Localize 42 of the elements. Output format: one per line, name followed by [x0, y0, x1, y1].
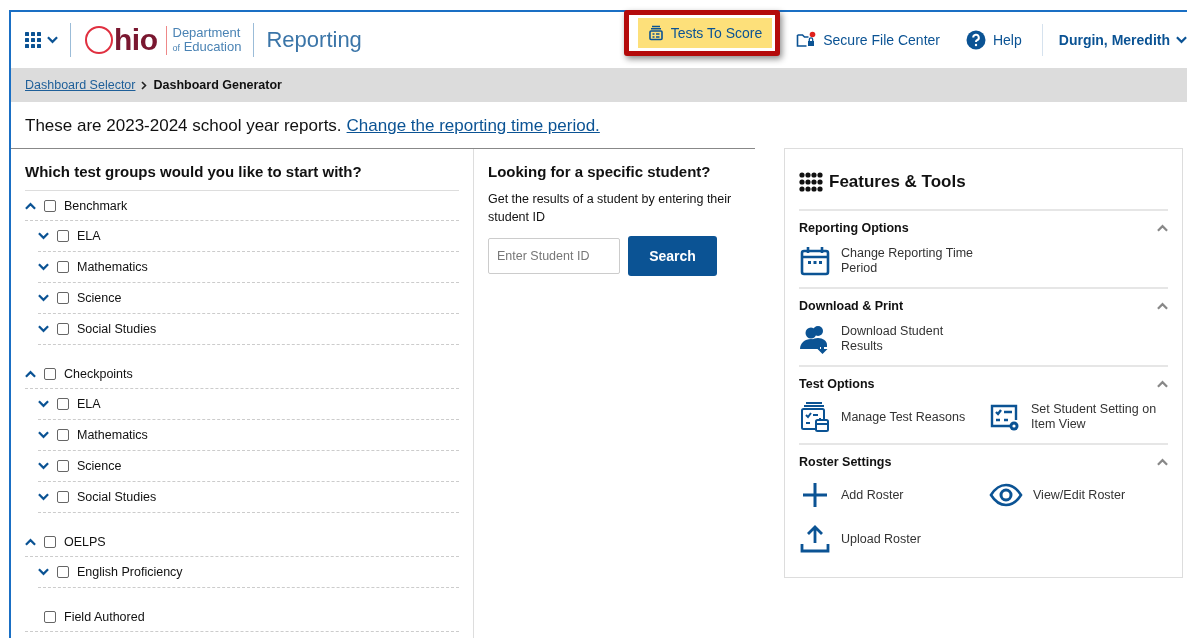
change-period-link[interactable]: Change the reporting time period. [346, 116, 600, 136]
description-text: Get the results of a student by entering their student ID [488, 191, 733, 226]
tests-button[interactable]: Tests To Score [637, 18, 773, 48]
tree-item: Social Studies [77, 490, 157, 504]
tool-link[interactable]: Set Student Setting on Item View [989, 401, 1169, 433]
section-heading: Roster Settings [799, 455, 892, 469]
tree-item: Mathematics [77, 260, 148, 274]
tree-item: Field Authored [64, 609, 145, 624]
section-heading: Test Options [799, 377, 875, 391]
tree-item: Benchmark [64, 198, 128, 213]
notice-text: These are 2023-2024 school year reports. [25, 116, 342, 136]
tree-item: ELA [77, 229, 101, 243]
tool-link[interactable]: Add Roster [799, 479, 989, 511]
ohio-logo: hio [85, 23, 158, 57]
search-button[interactable]: Search [628, 236, 717, 276]
tool-link[interactable]: Download Student Results [799, 323, 989, 355]
section-title: Looking for a specific student? [488, 163, 712, 180]
tool-link[interactable]: View/Edit Roster [989, 479, 1169, 511]
tree-item: Checkpoints [64, 366, 133, 381]
help-button[interactable]: Help [955, 23, 1032, 57]
breadcrumb-current: Dashboard Generator [153, 78, 282, 92]
tree-item: ELA [77, 397, 101, 411]
tree-item: English Proficiency [77, 565, 183, 579]
section-heading: Reporting Options [799, 221, 909, 235]
logo-text: Department [172, 25, 242, 40]
tree-item: OELPS [64, 534, 106, 549]
student-id-field[interactable]: Enter Student ID [488, 238, 620, 274]
section-title: Which test groups would you like to start with? [25, 163, 363, 180]
tool-link[interactable]: Manage Test Reasons [799, 401, 989, 433]
files-button[interactable]: Secure File Center [786, 24, 950, 56]
panel-title: Features & Tools [829, 172, 966, 192]
tool-link[interactable]: Upload Roster [799, 523, 989, 555]
section-heading: Download & Print [799, 299, 904, 313]
tree-item: Social Studies [77, 322, 157, 336]
tree-item: Science [77, 291, 122, 305]
logo-text: of Education [172, 39, 242, 55]
tree-item: Science [77, 459, 122, 473]
app-title: Reporting [253, 23, 362, 57]
tree-item: Mathematics [77, 428, 148, 442]
breadcrumb-link[interactable]: Dashboard Selector [25, 78, 136, 92]
user-menu[interactable]: Durgin, Meredith [1058, 32, 1170, 48]
tool-link[interactable]: Change Reporting Time Period [799, 245, 989, 277]
